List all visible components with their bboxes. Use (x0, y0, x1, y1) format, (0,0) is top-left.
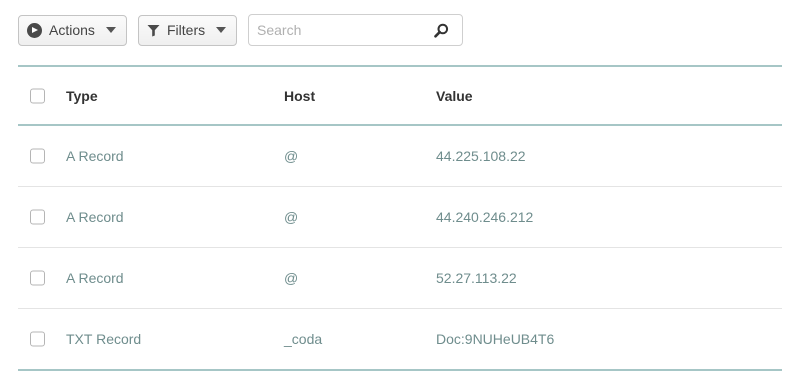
record-type: A Record (66, 209, 124, 225)
search-input[interactable] (249, 16, 427, 44)
record-host: @ (284, 209, 299, 225)
record-host: @ (284, 148, 299, 164)
record-type: A Record (66, 270, 124, 286)
row-checkbox[interactable] (30, 209, 45, 225)
column-header-host[interactable]: Host (284, 88, 315, 104)
row-checkbox-cell (30, 270, 45, 286)
record-value: 44.225.108.22 (436, 148, 526, 164)
record-type: A Record (66, 148, 124, 164)
toolbar: Actions Filters (18, 14, 463, 46)
filters-label: Filters (167, 22, 206, 38)
select-all-checkbox[interactable] (30, 88, 45, 103)
table-row[interactable]: A Record @ 44.240.246.212 (18, 187, 782, 248)
record-value: 44.240.246.212 (436, 209, 534, 225)
search-box (248, 14, 463, 46)
search-icon[interactable] (434, 23, 449, 38)
row-checkbox[interactable] (30, 148, 45, 164)
select-all-checkbox-cell (30, 88, 45, 103)
row-checkbox-cell (30, 331, 45, 347)
table-row[interactable]: A Record @ 52.27.113.22 (18, 248, 782, 309)
record-type: TXT Record (66, 331, 142, 347)
row-checkbox[interactable] (30, 270, 45, 286)
record-host: _coda (284, 331, 323, 347)
actions-label: Actions (49, 22, 95, 38)
row-checkbox-cell (30, 209, 45, 225)
table-header-row: Type Host Value (18, 65, 782, 126)
row-checkbox[interactable] (30, 331, 45, 347)
table-row[interactable]: A Record @ 44.225.108.22 (18, 126, 782, 187)
chevron-down-icon (106, 27, 116, 33)
column-header-type[interactable]: Type (66, 88, 98, 104)
record-value: Doc:9NUHeUB4T6 (436, 331, 555, 347)
chevron-down-icon (216, 27, 226, 33)
row-checkbox-cell (30, 148, 45, 164)
table-row[interactable]: TXT Record _coda Doc:9NUHeUB4T6 (18, 309, 782, 371)
play-circle-icon (27, 22, 42, 38)
dns-records-table: Type Host Value A Record @ 44.225.108.22… (18, 65, 782, 371)
record-host: @ (284, 270, 299, 286)
filter-icon (147, 24, 160, 36)
record-value: 52.27.113.22 (436, 270, 517, 286)
column-header-value[interactable]: Value (436, 88, 473, 104)
filters-button[interactable]: Filters (138, 14, 237, 46)
actions-button[interactable]: Actions (18, 14, 127, 46)
